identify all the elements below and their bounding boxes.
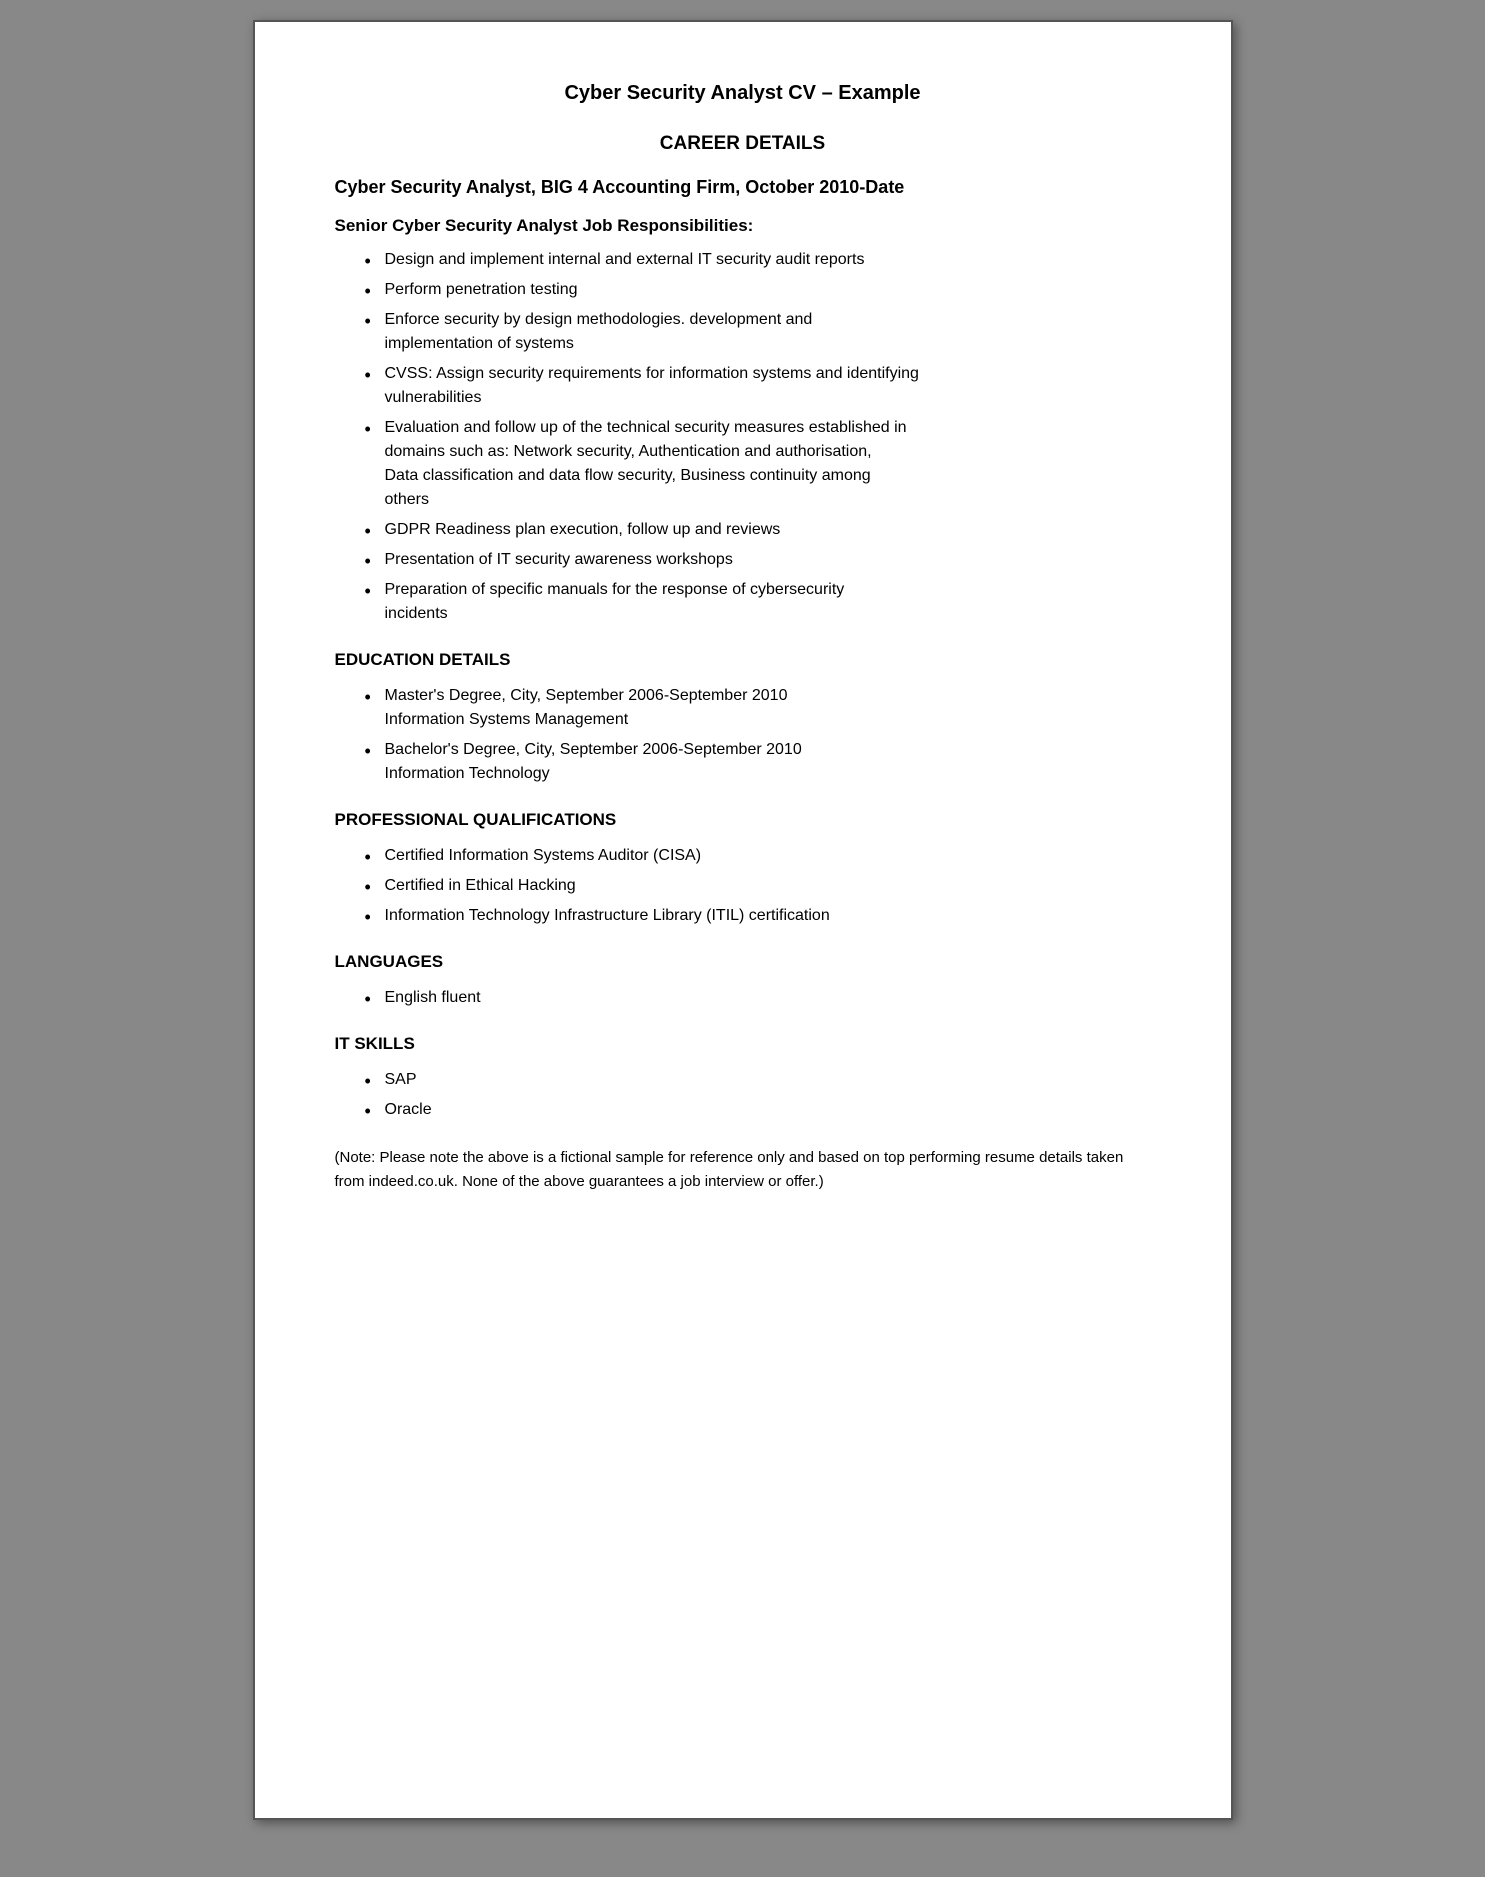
it-skills-heading: IT SKILLS: [335, 1034, 1151, 1054]
responsibilities-heading: Senior Cyber Security Analyst Job Respon…: [335, 216, 1151, 236]
qualifications-heading: PROFESSIONAL QUALIFICATIONS: [335, 810, 1151, 830]
list-item: Oracle: [365, 1098, 1151, 1122]
page-title: Cyber Security Analyst CV – Example: [335, 82, 1151, 105]
qualifications-section: PROFESSIONAL QUALIFICATIONS Certified In…: [335, 810, 1151, 928]
list-item: Bachelor's Degree, City, September 2006-…: [365, 738, 1151, 786]
list-item: English fluent: [365, 986, 1151, 1010]
list-item: Information Technology Infrastructure Li…: [365, 904, 1151, 928]
list-item: CVSS: Assign security requirements for i…: [365, 362, 1151, 410]
list-item: Enforce security by design methodologies…: [365, 308, 1151, 356]
list-item: Presentation of IT security awareness wo…: [365, 548, 1151, 572]
list-item: Certified in Ethical Hacking: [365, 874, 1151, 898]
cv-page: Cyber Security Analyst CV – Example CARE…: [253, 20, 1233, 1820]
education-list: Master's Degree, City, September 2006-Se…: [335, 684, 1151, 786]
education-heading: EDUCATION DETAILS: [335, 650, 1151, 670]
responsibilities-list: Design and implement internal and extern…: [335, 248, 1151, 626]
languages-heading: LANGUAGES: [335, 952, 1151, 972]
note-text: (Note: Please note the above is a fictio…: [335, 1146, 1151, 1194]
list-item: Master's Degree, City, September 2006-Se…: [365, 684, 1151, 732]
qualifications-list: Certified Information Systems Auditor (C…: [335, 844, 1151, 928]
list-item: Certified Information Systems Auditor (C…: [365, 844, 1151, 868]
languages-list: English fluent: [335, 986, 1151, 1010]
career-details-heading: CAREER DETAILS: [335, 133, 1151, 155]
education-section: EDUCATION DETAILS Master's Degree, City,…: [335, 650, 1151, 786]
list-item: Evaluation and follow up of the technica…: [365, 416, 1151, 512]
list-item: Design and implement internal and extern…: [365, 248, 1151, 272]
it-skills-list: SAP Oracle: [335, 1068, 1151, 1122]
career-details-section: CAREER DETAILS Cyber Security Analyst, B…: [335, 133, 1151, 626]
it-skills-section: IT SKILLS SAP Oracle: [335, 1034, 1151, 1122]
languages-section: LANGUAGES English fluent: [335, 952, 1151, 1010]
list-item: GDPR Readiness plan execution, follow up…: [365, 518, 1151, 542]
list-item: Perform penetration testing: [365, 278, 1151, 302]
list-item: SAP: [365, 1068, 1151, 1092]
list-item: Preparation of specific manuals for the …: [365, 578, 1151, 626]
job-title: Cyber Security Analyst, BIG 4 Accounting…: [335, 177, 1151, 198]
